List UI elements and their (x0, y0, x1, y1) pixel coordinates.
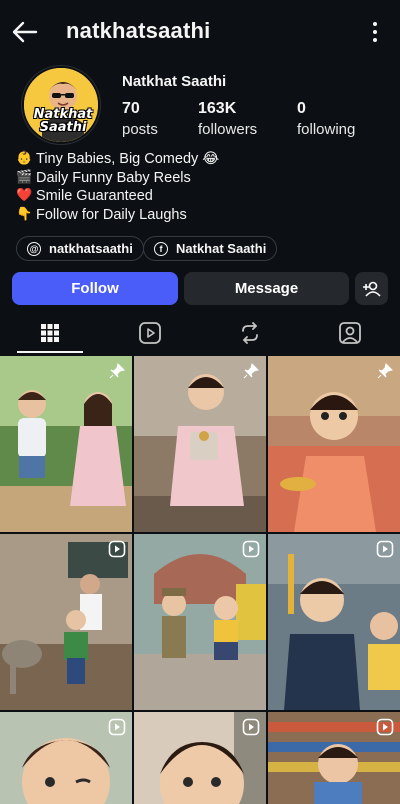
facebook-link-chip[interactable]: f Natkhat Saathi (143, 236, 278, 261)
pinned-icon (377, 363, 393, 379)
avatar-logo-text: Saathi (39, 120, 87, 135)
bio-text: Daily Funny Baby Reels (36, 169, 191, 186)
reel-icon (376, 540, 394, 558)
pointing-down-emoji-icon: 👇 (16, 206, 33, 222)
top-bar: natkhatsaathi (0, 0, 400, 64)
post-thumbnail[interactable] (134, 712, 266, 804)
threads-icon: @ (27, 241, 41, 256)
bio: 👶 Tiny Babies, Big Comedy 😂 🎬 Daily Funny … (16, 150, 219, 224)
chip-label: natkhatsaathi (49, 241, 133, 256)
reel-icon (242, 540, 260, 558)
post-thumbnail[interactable] (134, 356, 266, 532)
remix-icon (242, 322, 258, 344)
bio-text: Follow for Daily Laughs (36, 206, 187, 223)
back-arrow-icon[interactable] (10, 18, 40, 46)
stat-value: 163K (198, 100, 237, 117)
chip-label: Natkhat Saathi (176, 241, 267, 256)
reel-icon (108, 540, 126, 558)
bio-text: Tiny Babies, Big Comedy 😂 (36, 151, 220, 167)
reel-icon (242, 718, 260, 736)
display-name: Natkhat Saathi (122, 73, 227, 90)
facebook-icon: f (154, 241, 168, 256)
clapper-emoji-icon: 🎬 (16, 169, 33, 185)
reels-icon (139, 322, 161, 344)
tagged-icon (339, 322, 361, 344)
avatar[interactable]: Natkhat Saathi (22, 66, 100, 144)
post-thumbnail[interactable] (0, 534, 132, 710)
tab-tagged[interactable] (300, 314, 400, 352)
profile-username: natkhatsaathi (66, 18, 211, 43)
stat-label: posts (122, 121, 158, 138)
post-thumbnail[interactable] (268, 534, 400, 710)
pinned-icon (243, 363, 259, 379)
bio-text: Smile Guaranteed (36, 188, 153, 205)
baby-emoji-icon: 👶 (16, 151, 33, 166)
post-thumbnail[interactable] (0, 712, 132, 804)
heart-emoji-icon: ❤️ (16, 188, 33, 204)
stat-value: 0 (297, 100, 306, 117)
followers-count[interactable]: 163K followers (198, 100, 257, 138)
posts-count[interactable]: 70 posts (122, 100, 158, 138)
message-button[interactable]: Message (184, 272, 349, 305)
post-thumbnail[interactable] (268, 712, 400, 804)
grid-icon (41, 324, 59, 342)
stat-label: following (297, 121, 356, 138)
follow-button[interactable]: Follow (12, 272, 178, 305)
stat-label: followers (198, 121, 258, 138)
post-thumbnail[interactable] (268, 356, 400, 532)
pinned-icon (109, 363, 125, 379)
reel-icon (108, 718, 126, 736)
tab-reels[interactable] (100, 314, 200, 352)
bio-line: 🎬 Daily Funny Baby Reels (16, 169, 219, 188)
suggested-users-button[interactable] (355, 272, 388, 305)
post-thumbnail[interactable] (0, 356, 132, 532)
more-options-icon[interactable] (372, 22, 378, 42)
following-count[interactable]: 0 following (297, 100, 355, 138)
bio-line: ❤️ Smile Guaranteed (16, 187, 219, 206)
add-user-icon (362, 281, 381, 297)
tab-remixes[interactable] (200, 314, 300, 352)
bio-line: 👇 Follow for Daily Laughs (16, 206, 219, 225)
bio-line: 👶 Tiny Babies, Big Comedy 😂 (16, 150, 219, 169)
profile-tabs (0, 314, 400, 354)
threads-link-chip[interactable]: @ natkhatsaathi (16, 236, 144, 261)
tab-posts-grid[interactable] (0, 314, 100, 352)
post-thumbnail[interactable] (134, 534, 266, 710)
reel-icon (376, 718, 394, 736)
stat-value: 70 (122, 100, 140, 117)
active-tab-indicator (17, 351, 83, 353)
